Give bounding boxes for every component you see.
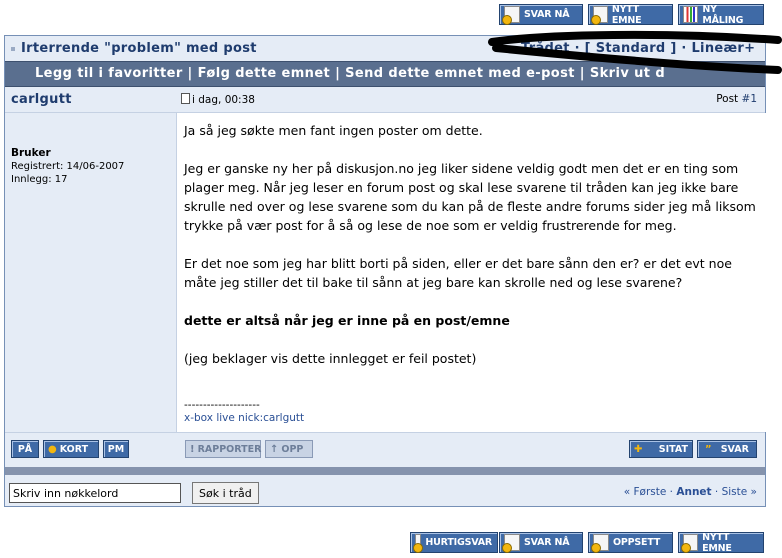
search-thread-button[interactable]: Søk i tråd — [192, 482, 259, 504]
thread-title-bar: Irterrende "problem" med post Trådet · [… — [5, 36, 765, 61]
plus-icon: ✚ — [634, 443, 643, 455]
setup-label: OPPSETT — [613, 537, 661, 548]
user-icon: ● — [48, 443, 57, 455]
post-date-text: i dag, 00:38 — [192, 94, 255, 106]
profile-card-label: KORT — [59, 443, 89, 455]
warning-icon: ! — [190, 443, 195, 455]
user-info: Bruker Registrert: 14/06-2007 Innlegg: 1… — [11, 147, 124, 186]
new-topic-label: NYTT EMNE — [611, 3, 642, 26]
signature: -------------------- x-box live nick:car… — [184, 399, 304, 425]
post-paragraph-bold: dette er altså når jeg er inne på en pos… — [184, 313, 510, 328]
report-label: RAPPORTER — [197, 443, 262, 455]
new-poll-label: NY MÅLING — [702, 3, 744, 26]
pm-label: PM — [107, 443, 125, 455]
reply-button[interactable]: ” SVAR — [697, 440, 757, 458]
quote-label: SITAT — [658, 443, 688, 455]
post-actions: PÅ ● KORT PM ! RAPPORTER ↑ OPP ✚ SITAT ”… — [5, 432, 765, 464]
thread-panel: Irterrende "problem" med post Trådet · [… — [4, 35, 766, 507]
pm-button[interactable]: PM — [103, 440, 129, 458]
reply-icon — [502, 6, 520, 25]
thread-title-text: Irterrende "problem" med post — [21, 41, 257, 56]
post-date: i dag, 00:38 — [181, 93, 255, 106]
signature-text: x-box live nick:carlgutt — [184, 412, 305, 424]
new-topic-bottom-button[interactable]: NYTT EMNE — [678, 531, 764, 554]
quick-reply-icon — [412, 534, 424, 553]
new-topic-bottom-label: NYTT EMNE — [702, 531, 732, 554]
setup-button[interactable]: OPPSETT — [588, 532, 673, 553]
user-post-count: Innlegg: 17 — [11, 174, 68, 185]
user-registered: Registrert: 14/06-2007 — [11, 161, 125, 172]
quick-reply-label: HURTIGSVAR — [425, 537, 492, 548]
reply-now-bottom-button[interactable]: SVAR NÅ — [499, 532, 583, 553]
thread-tools-bar: Legg til i favoritter | Følg dette emnet… — [5, 61, 765, 87]
report-button[interactable]: ! RAPPORTER — [185, 440, 261, 458]
first-page-link[interactable]: « Første — [624, 486, 667, 498]
divider — [5, 467, 765, 475]
up-button[interactable]: ↑ OPP — [265, 440, 313, 458]
quote-marks-icon: ” — [705, 443, 712, 455]
profile-card-button[interactable]: ● KORT — [43, 440, 99, 458]
quick-reply-button[interactable]: HURTIGSVAR — [410, 532, 498, 553]
reply-now-label: SVAR NÅ — [524, 9, 570, 20]
post-label: Post — [716, 93, 739, 105]
view-mode-switcher[interactable]: Trådet · [ Standard ] · Lineær+ — [521, 41, 755, 56]
new-topic-button[interactable]: NYTT EMNE — [588, 3, 673, 26]
reply-label: SVAR — [720, 443, 749, 455]
thread-tools-links[interactable]: Legg til i favoritter | Følg dette emnet… — [35, 66, 665, 81]
up-label: OPP — [281, 443, 304, 455]
post-author[interactable]: carlgutt — [11, 92, 72, 107]
post-body: Ja så jeg søkte men fant ingen poster om… — [176, 113, 766, 432]
thread-search: Søk i tråd « Første · Annet · Siste » — [5, 478, 765, 508]
online-status-label: PÅ — [17, 443, 33, 455]
last-page-link[interactable]: Siste » — [722, 486, 757, 498]
quote-button[interactable]: ✚ SITAT — [629, 440, 693, 458]
current-page-link[interactable]: Annet — [676, 486, 711, 498]
post-paragraph: (jeg beklager vis dette innlegget er fei… — [184, 351, 477, 366]
post-message: Ja så jeg søkte men fant ingen poster om… — [184, 121, 764, 387]
poll-chart-icon — [683, 6, 699, 23]
online-status-button[interactable]: PÅ — [11, 440, 39, 458]
reply-now-bottom-label: SVAR NÅ — [524, 537, 570, 548]
search-input[interactable] — [9, 483, 181, 503]
new-topic-icon — [591, 6, 608, 25]
post-header: carlgutt i dag, 00:38 Post #1 — [5, 87, 765, 113]
bullet-icon — [11, 46, 15, 51]
post-number-link[interactable]: #1 — [742, 93, 757, 105]
setup-icon — [591, 534, 609, 553]
post-document-icon — [181, 93, 190, 104]
arrow-up-icon: ↑ — [270, 443, 279, 455]
post-paragraph: Jeg er ganske ny her på diskusjon.no jeg… — [184, 161, 756, 233]
post-paragraph: Er det noe som jeg har blitt borti på si… — [184, 256, 732, 290]
reply-icon — [502, 534, 520, 553]
post-paragraph: Ja så jeg søkte men fant ingen poster om… — [184, 123, 483, 138]
new-topic-icon — [680, 534, 699, 553]
post-number: Post #1 — [716, 93, 757, 105]
pagination: « Første · Annet · Siste » — [623, 486, 757, 498]
thread-title: Irterrende "problem" med post — [11, 41, 257, 56]
reply-now-button[interactable]: SVAR NÅ — [499, 4, 583, 25]
signature-separator: -------------------- — [184, 399, 260, 411]
new-poll-button[interactable]: NY MÅLING — [678, 3, 764, 26]
user-rank: Bruker — [11, 147, 51, 159]
